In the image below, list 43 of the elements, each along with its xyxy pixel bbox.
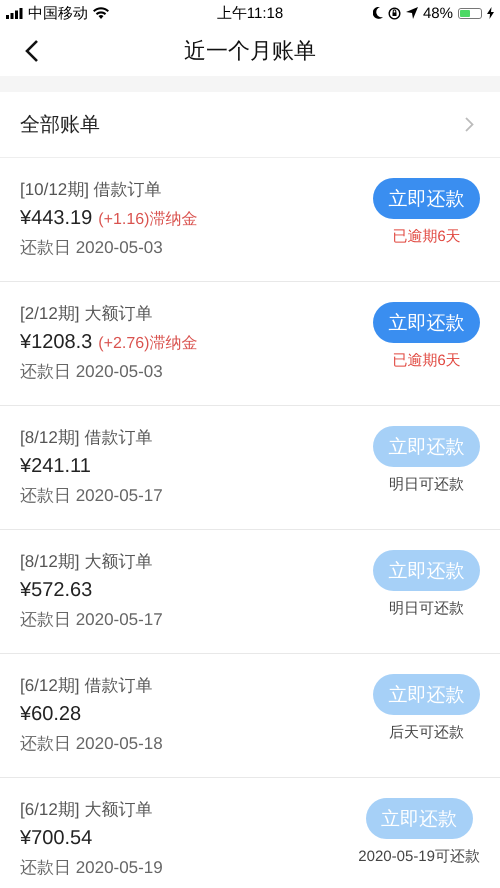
repay-status: 明日可还款: [389, 475, 464, 494]
due-date: 还款日 2020-05-17: [20, 609, 163, 631]
status-time: 上午11:18: [216, 4, 284, 22]
bill-amount: ¥1208.3: [20, 331, 92, 354]
chevron-right-icon: [465, 117, 474, 132]
carrier-name: 中国移动: [28, 4, 88, 22]
late-fee: (+2.76)滞纳金: [98, 334, 198, 354]
bill-title: [2/12期] 大额订单: [20, 303, 154, 325]
charging-icon: [487, 7, 494, 19]
bill-title: [8/12期] 大额订单: [20, 551, 154, 573]
repay-status: 2020-05-19可还款: [358, 847, 480, 866]
bill-amount: ¥700.54: [20, 827, 92, 850]
signal-icon: [6, 8, 23, 18]
battery-percent: 48%: [422, 4, 453, 22]
rotation-lock-icon: [388, 6, 401, 20]
repay-status: 明日可还款: [389, 599, 464, 618]
bill-title: [6/12期] 借款订单: [20, 675, 154, 697]
bill-amount: ¥572.63: [20, 579, 92, 602]
repay-status: 已逾期6天: [392, 351, 461, 370]
battery-icon: [458, 8, 482, 18]
pay-button[interactable]: 立即还款: [373, 302, 480, 343]
moon-icon: [372, 7, 383, 19]
back-icon[interactable]: [25, 39, 39, 63]
filter-label: 全部账单: [20, 113, 100, 138]
pay-button[interactable]: 立即还款: [373, 178, 480, 219]
due-date: 还款日 2020-05-17: [20, 485, 163, 507]
bill-amount: ¥443.19: [20, 207, 92, 230]
bill-title: [10/12期] 借款订单: [20, 179, 163, 201]
location-icon: [406, 7, 418, 19]
page-title: 近一个月账单: [184, 37, 316, 65]
wifi-icon: [93, 7, 109, 19]
due-date: 还款日 2020-05-19: [20, 857, 163, 879]
repay-status: 已逾期6天: [392, 227, 461, 246]
bill-title: [8/12期] 借款订单: [20, 427, 154, 449]
due-date: 还款日 2020-05-03: [20, 237, 164, 259]
repay-status: 后天可还款: [389, 723, 464, 742]
bill-title: [6/12期] 大额订单: [20, 799, 154, 821]
due-date: 还款日 2020-05-03: [20, 361, 164, 383]
due-date: 还款日 2020-05-18: [20, 733, 163, 755]
bill-amount: ¥60.28: [20, 703, 82, 726]
filter-row[interactable]: 全部账单: [0, 92, 500, 158]
bill-amount: ¥241.11: [20, 455, 91, 478]
late-fee: (+1.16)滞纳金: [98, 210, 198, 230]
